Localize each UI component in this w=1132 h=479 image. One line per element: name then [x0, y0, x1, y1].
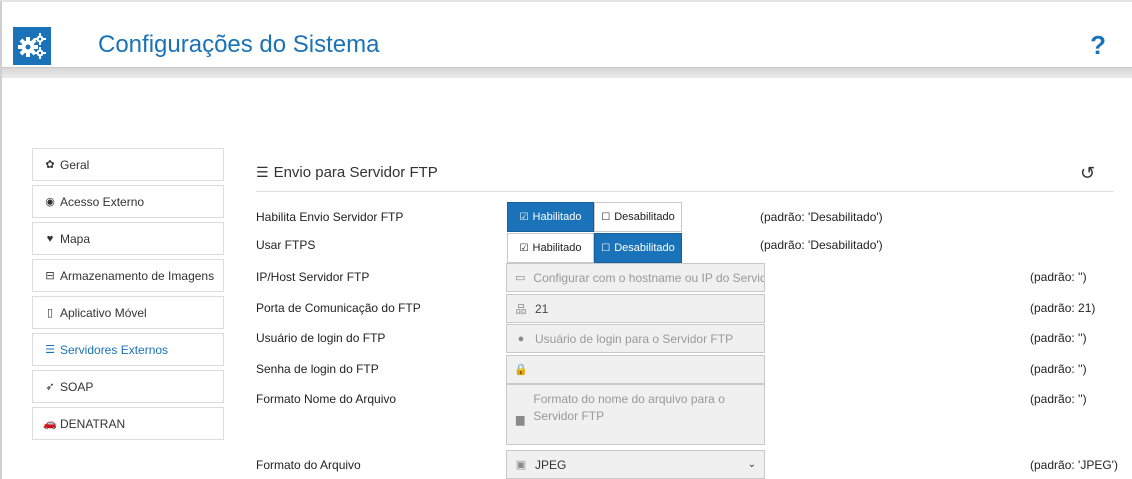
ftps-label: Usar FTPS [256, 238, 316, 252]
host-input[interactable]: ▭ Configurar com o hostname ou IP do Ser… [506, 263, 765, 292]
sidebar-item-soap[interactable]: ➶ SOAP [32, 370, 224, 403]
lock-icon: 🔒 [514, 364, 528, 376]
sidebar-item-label: Servidores Externos [60, 342, 169, 357]
paper-plane-icon: ➶ [45, 381, 55, 393]
map-marker-icon: ♥ [46, 232, 54, 245]
sidebar-item-label: Acesso Externo [60, 194, 145, 209]
button-label: Habilitado [532, 211, 582, 223]
panel-title: ☰ Envio para Servidor FTP [256, 164, 438, 181]
gears-icon: ✿ [45, 159, 55, 171]
user-icon: ● [517, 332, 525, 345]
habilita-off-button[interactable]: ☐ Desabilitado [594, 202, 682, 232]
senha-label: Senha de login do FTP [256, 362, 379, 376]
senha-default: (padrão: '') [1030, 362, 1087, 376]
network-icon: 品 [515, 303, 527, 316]
porta-label: Porta de Comunicação do FTP [256, 301, 421, 315]
sidebar: ✿ Geral ◉ Acesso Externo ♥ Mapa ⊟ Armaze… [32, 148, 224, 444]
formato-arquivo-value: JPEG [535, 457, 567, 472]
button-label: Desabilitado [614, 211, 675, 223]
header-divider [2, 67, 1132, 78]
sidebar-item-aplicativo-movel[interactable]: ▯ Aplicativo Móvel [32, 296, 224, 329]
sidebar-item-servidores-externos[interactable]: ☰ Servidores Externos [32, 333, 224, 366]
sidebar-item-denatran[interactable]: 🚗 DENATRAN [32, 407, 224, 440]
porta-default: (padrão: 21) [1030, 301, 1096, 315]
settings-logo-icon [13, 27, 51, 65]
car-icon: 🚗 [43, 418, 57, 430]
host-label: IP/Host Servidor FTP [256, 270, 370, 284]
host-placeholder: Configurar com o hostname ou IP do Servi… [533, 270, 765, 285]
empty-box-icon: ☐ [601, 242, 611, 254]
panel-divider [256, 191, 1114, 192]
reset-icon[interactable]: ↺ [1080, 163, 1095, 184]
formato-arquivo-label: Formato do Arquivo [256, 458, 361, 472]
formato-arquivo-select[interactable]: ▣ JPEG ⌄ [506, 450, 765, 479]
page-title: Configurações do Sistema [98, 31, 380, 58]
sidebar-item-label: SOAP [60, 379, 94, 394]
formato-arquivo-default: (padrão: 'JPEG') [1030, 458, 1118, 472]
porta-input[interactable]: 品 21 [506, 294, 765, 323]
host-default: (padrão: '') [1030, 270, 1087, 284]
sidebar-item-label: Aplicativo Móvel [60, 305, 147, 320]
formato-nome-label: Formato Nome do Arquivo [256, 392, 397, 406]
porta-value: 21 [535, 301, 549, 316]
habilita-default: (padrão: 'Desabilitado') [760, 210, 883, 224]
usuario-default: (padrão: '') [1030, 331, 1087, 345]
ftps-on-button[interactable]: ☑ Habilitado [507, 233, 594, 263]
globe-icon: ◉ [45, 196, 55, 208]
sidebar-item-geral[interactable]: ✿ Geral [32, 148, 224, 181]
server-icon: ☰ [256, 164, 269, 180]
button-label: Habilitado [532, 242, 582, 254]
chevron-down-icon: ⌄ [747, 459, 756, 470]
server-icon: ☰ [45, 344, 55, 356]
button-label: Desabilitado [614, 242, 675, 254]
sidebar-item-label: Armazenamento de Imagens [60, 268, 215, 283]
monitor-icon: ▭ [515, 272, 526, 284]
sidebar-item-label: Geral [60, 157, 90, 172]
formato-nome-placeholder: Formato do nome do arquivo para o Servid… [533, 392, 725, 423]
checked-box-icon: ☑ [519, 242, 529, 254]
image-file-icon: ▣ [515, 459, 527, 471]
sidebar-item-label: DENATRAN [60, 416, 126, 431]
ftps-off-button[interactable]: ☐ Desabilitado [594, 233, 682, 263]
sidebar-item-acesso-externo[interactable]: ◉ Acesso Externo [32, 185, 224, 218]
habilita-label: Habilita Envio Servidor FTP [256, 210, 404, 224]
help-icon[interactable]: ? [1090, 30, 1106, 61]
sidebar-item-armazenamento[interactable]: ⊟ Armazenamento de Imagens [32, 259, 224, 292]
formato-nome-textarea[interactable]: ▆ Formato do nome do arquivo para o Serv… [506, 384, 765, 445]
empty-box-icon: ☐ [601, 211, 611, 223]
mobile-icon: ▯ [46, 307, 54, 319]
ftps-default: (padrão: 'Desabilitado') [760, 238, 883, 252]
sidebar-item-mapa[interactable]: ♥ Mapa [32, 222, 224, 255]
hdd-icon: ⊟ [45, 270, 55, 282]
habilita-on-button[interactable]: ☑ Habilitado [507, 202, 594, 232]
panel-title-text: Envio para Servidor FTP [273, 164, 438, 181]
senha-input[interactable]: 🔒 [506, 355, 765, 384]
sidebar-item-label: Mapa [60, 231, 91, 246]
header: Configurações do Sistema ? [2, 10, 1132, 68]
usuario-placeholder: Usuário de login para o Servidor FTP [535, 331, 734, 346]
usuario-input[interactable]: ● Usuário de login para o Servidor FTP [506, 324, 765, 353]
formato-nome-default: (padrão: '') [1030, 392, 1087, 406]
usuario-label: Usuário de login do FTP [256, 331, 386, 345]
checked-box-icon: ☑ [519, 211, 529, 223]
